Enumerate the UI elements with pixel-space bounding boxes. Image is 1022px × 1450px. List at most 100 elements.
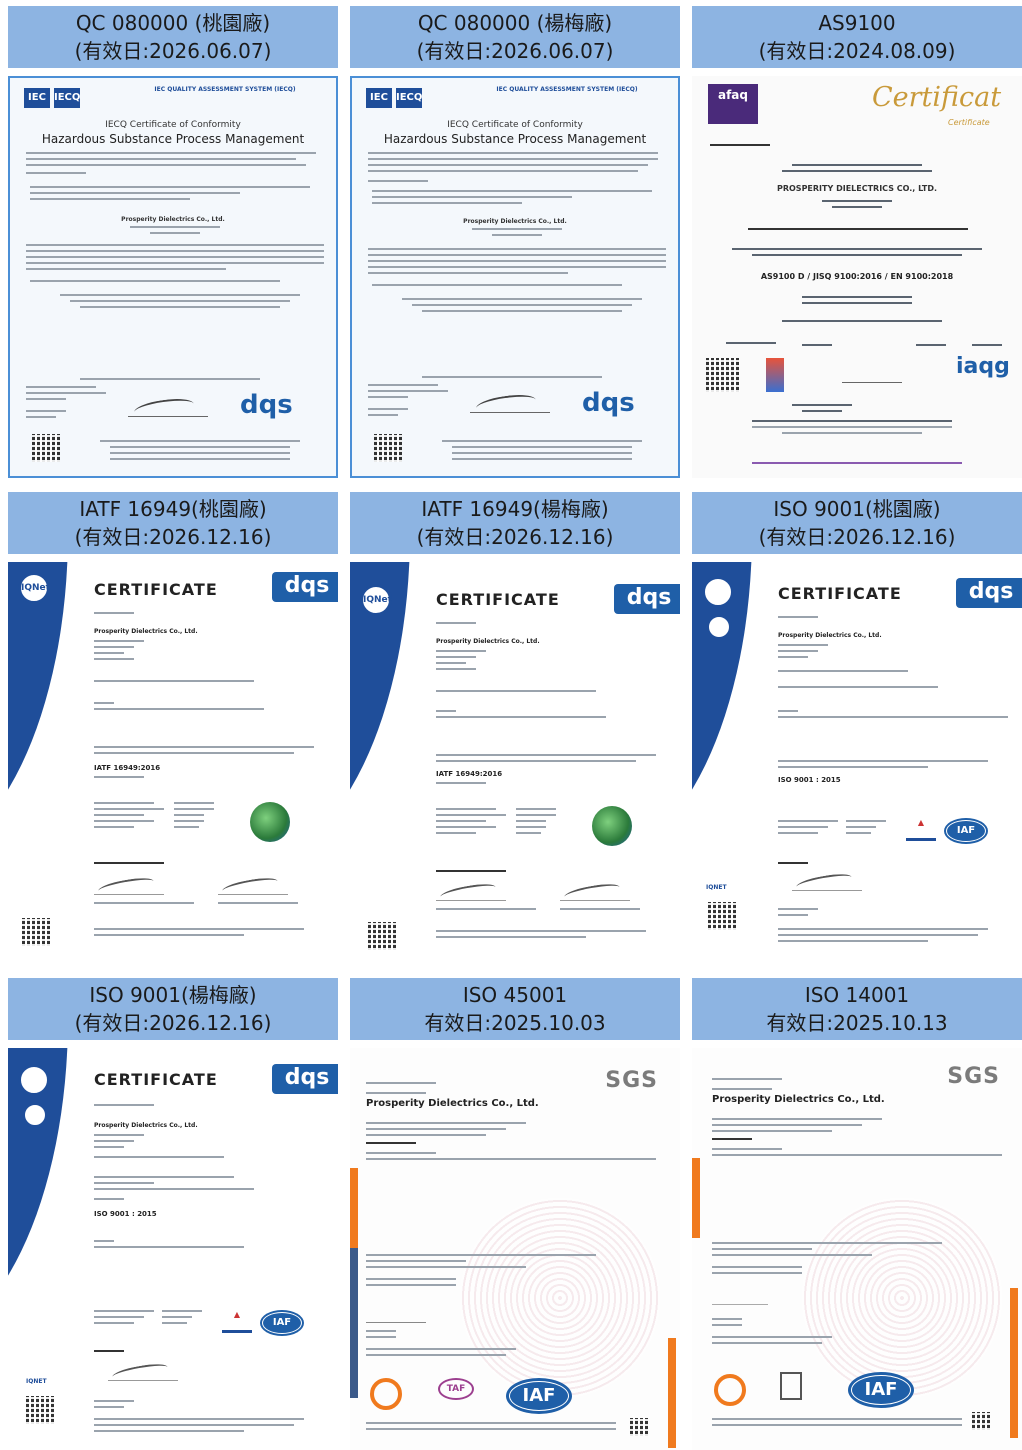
card-title: IATF 16949(楊梅廠)	[421, 497, 609, 521]
signature	[792, 874, 862, 891]
certificate-image[interactable]: IQNet CERTIFICATE dqs Prosperity Dielect…	[350, 562, 680, 964]
signature	[128, 398, 208, 417]
card-validity: (有效日:2026.06.07)	[74, 39, 272, 63]
blue-strip	[350, 1248, 358, 1398]
signature	[94, 878, 164, 895]
iaqg-logo: iaqg	[956, 354, 1010, 379]
signature	[108, 1364, 178, 1381]
accreditation-badge	[766, 358, 784, 392]
card-title: ISO 14001	[804, 983, 910, 1007]
iecq-logo: IECQ	[54, 88, 80, 108]
certificate-image[interactable]: CERTIFICATE dqs Prosperity Dielectrics C…	[8, 1048, 338, 1450]
certificate-image[interactable]: SGS Prosperity Dielectrics Co., Ltd. IAF	[692, 1048, 1022, 1450]
iec-logo: IEC	[24, 88, 50, 108]
certification-mark-icon	[370, 1378, 402, 1410]
qr-code	[708, 902, 736, 930]
certificate-card-qc080000-yangmei: QC 080000 (楊梅廠) (有效日:2026.06.07) IEC IEC…	[350, 6, 680, 478]
dqs-seal-icon	[702, 576, 734, 608]
certificate-image[interactable]: IQNet CERTIFICATE dqs Prosperity Dielect…	[8, 562, 338, 964]
certificate-image[interactable]: SGS Prosperity Dielectrics Co., Ltd. TAF…	[350, 1048, 680, 1450]
card-header: QC 080000 (桃園廠) (有效日:2026.06.07)	[8, 6, 338, 68]
qr-code	[630, 1418, 648, 1436]
doc-title: CERTIFICATE	[778, 584, 902, 603]
signature	[218, 878, 288, 895]
signature	[560, 884, 630, 901]
watermark	[460, 1198, 660, 1398]
doc-subtitle: IECQ Certificate of Conformity	[105, 120, 241, 130]
certificate-card-qc080000-taoyuan: QC 080000 (桃園廠) (有效日:2026.06.07) IEC IEC…	[8, 6, 338, 478]
doc-title: Certificat	[872, 82, 1002, 113]
iaf-logo: IAF	[848, 1372, 914, 1408]
iqnet-seal: IQNet	[360, 584, 392, 616]
certificate-card-as9100: AS9100 (有效日:2024.08.09) afaq Certificat …	[692, 6, 1022, 478]
doc-company: Prosperity Dielectrics Co., Ltd.	[94, 628, 198, 635]
dqs-seal-icon	[18, 1064, 50, 1096]
doc-company: Prosperity Dielectrics Co., Ltd.	[366, 1098, 539, 1109]
sgs-logo: SGS	[947, 1064, 1000, 1089]
card-title: ISO 45001	[462, 983, 568, 1007]
doc-standard: AS9100 D / JISQ 9100:2016 / EN 9100:2018	[760, 272, 954, 281]
certificate-image[interactable]: IEC IECQ IEC QUALITY ASSESSMENT SYSTEM (…	[350, 76, 680, 478]
card-title: QC 080000 (楊梅廠)	[417, 11, 613, 35]
doc-standard: ISO 9001 : 2015	[94, 1210, 157, 1218]
orange-strip	[350, 1168, 358, 1248]
certificate-card-iatf16949-yangmei: IATF 16949(楊梅廠) (有效日:2026.12.16) IQNet C…	[350, 492, 680, 964]
accreditation-badge	[780, 1372, 802, 1400]
card-header: ISO 45001 有效日:2025.10.03	[350, 978, 680, 1040]
iaf-logo: IAF	[944, 818, 988, 844]
doc-company: PROSPERITY DIELECTRICS CO., LTD.	[776, 184, 938, 193]
certificate-image[interactable]: IEC IECQ IEC QUALITY ASSESSMENT SYSTEM (…	[8, 76, 338, 478]
card-validity: (有效日:2026.06.07)	[416, 39, 614, 63]
card-header: ISO 14001 有效日:2025.10.13	[692, 978, 1022, 1040]
card-header: QC 080000 (楊梅廠) (有效日:2026.06.07)	[350, 6, 680, 68]
qr-code	[22, 918, 50, 946]
doc-standard: IATF 16949:2016	[436, 770, 503, 778]
certification-mark-icon	[714, 1374, 746, 1406]
qr-code	[972, 1412, 990, 1430]
iec-logo: IEC	[366, 88, 392, 108]
certificate-card-iso45001: ISO 45001 有效日:2025.10.03 SGS Prosperity …	[350, 978, 680, 1450]
certificate-card-iso14001: ISO 14001 有效日:2025.10.13 SGS Prosperity …	[692, 978, 1022, 1450]
dqs-logo: dqs	[272, 572, 338, 602]
card-header: IATF 16949(楊梅廠) (有效日:2026.12.16)	[350, 492, 680, 554]
qr-code	[368, 922, 396, 950]
card-validity: (有效日:2026.12.16)	[416, 525, 614, 549]
card-title: IATF 16949(桃園廠)	[79, 497, 267, 521]
orange-strip	[668, 1338, 676, 1448]
qr-code	[706, 358, 740, 392]
blue-swoosh	[8, 562, 68, 862]
card-title: ISO 9001(桃園廠)	[773, 497, 941, 521]
signature	[842, 366, 902, 383]
certificate-image[interactable]: CERTIFICATE dqs Prosperity Dielectrics C…	[692, 562, 1022, 964]
doc-company: Prosperity Dielectrics Co., Ltd.	[712, 1094, 885, 1105]
iaf-logo: IAF	[506, 1378, 572, 1414]
card-title: AS9100	[818, 11, 896, 35]
card-validity: (有效日:2026.12.16)	[74, 1011, 272, 1035]
doc-company: Prosperity Dielectrics Co., Ltd.	[94, 1122, 198, 1129]
doc-company: Prosperity Dielectrics Co., Ltd.	[778, 632, 882, 639]
doc-standard: IATF 16949:2016	[94, 764, 161, 772]
card-title: QC 080000 (桃園廠)	[75, 11, 271, 35]
iaf-logo: IAF	[260, 1310, 304, 1336]
watermark	[802, 1198, 1002, 1398]
doc-header-text: IEC QUALITY ASSESSMENT SYSTEM (IECQ)	[154, 86, 296, 93]
card-validity: (有效日:2024.08.09)	[758, 39, 956, 63]
certificate-grid: QC 080000 (桃園廠) (有效日:2026.06.07) IEC IEC…	[8, 6, 1022, 1450]
dqs-logo: dqs	[614, 584, 680, 614]
sgs-logo: SGS	[605, 1068, 658, 1093]
accreditation-badge: ▲	[906, 818, 936, 841]
orange-strip	[692, 1158, 700, 1238]
ul-seal-icon	[706, 614, 732, 640]
afaq-logo: afaq	[708, 84, 758, 124]
card-header: IATF 16949(桃園廠) (有效日:2026.12.16)	[8, 492, 338, 554]
dqs-logo: dqs	[582, 388, 635, 418]
card-header: AS9100 (有效日:2024.08.09)	[692, 6, 1022, 68]
doc-title: Hazardous Substance Process Management	[41, 132, 305, 146]
card-validity: 有效日:2025.10.13	[766, 1011, 948, 1035]
certificate-image[interactable]: afaq Certificat Certificate PROSPERITY D…	[692, 76, 1022, 478]
iqnet-logo: IQNET	[706, 884, 727, 891]
doc-title: CERTIFICATE	[94, 1070, 218, 1089]
qr-code	[32, 434, 60, 462]
doc-standard: ISO 9001 : 2015	[778, 776, 841, 784]
doc-subtitle: IECQ Certificate of Conformity	[447, 120, 583, 130]
